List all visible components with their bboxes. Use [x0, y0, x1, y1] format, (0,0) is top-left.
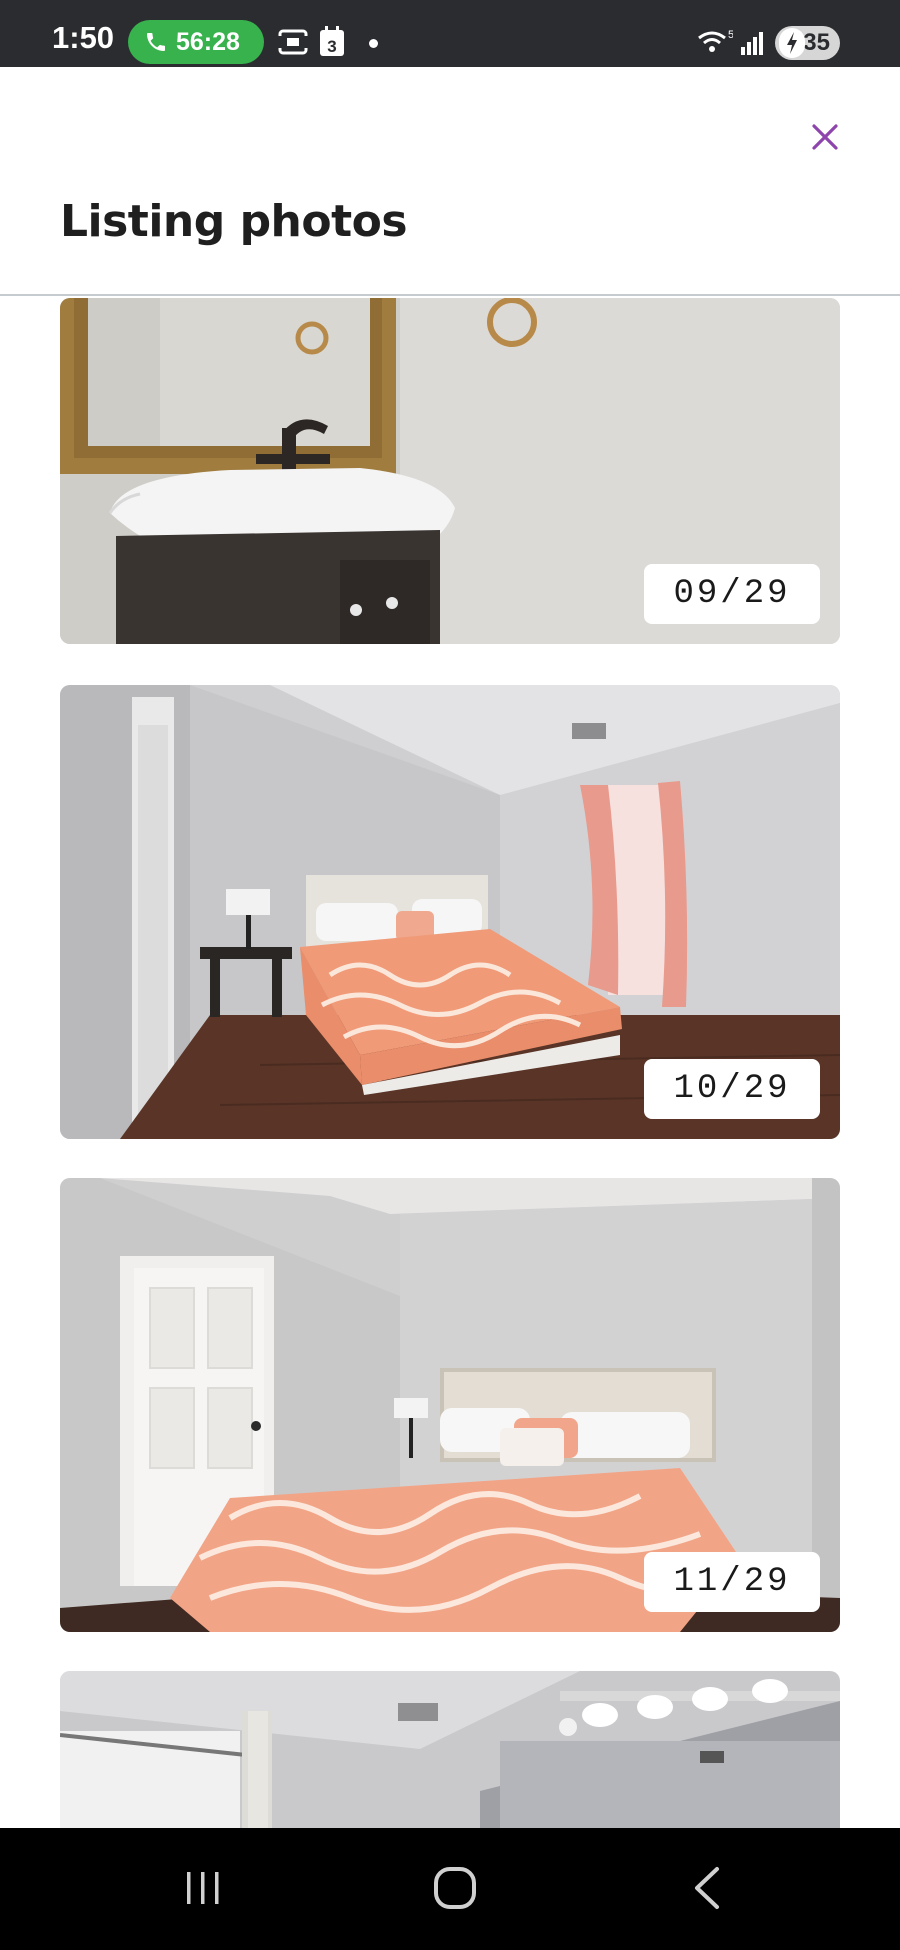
listing-photos-header [0, 67, 900, 296]
status-bar: 1:50 56:28 3 5 35 [0, 0, 900, 67]
signal-icon [741, 32, 763, 55]
charging-icon [779, 28, 805, 58]
photo-counter: 09/29 [644, 564, 820, 624]
back-button[interactable] [667, 1858, 747, 1918]
wifi-icon: 5 [698, 29, 733, 52]
notification-dot [369, 39, 378, 48]
screenshot-icon [277, 29, 309, 55]
calendar-badge: 3 [327, 37, 336, 56]
close-button[interactable] [804, 116, 846, 158]
system-nav-bar [0, 1828, 900, 1950]
recent-apps-icon [187, 1872, 219, 1904]
listing-photo[interactable] [60, 1671, 840, 1828]
listing-photo[interactable]: 10/29 [60, 685, 840, 1139]
close-icon [812, 124, 838, 150]
home-button[interactable] [415, 1858, 495, 1918]
call-indicator[interactable]: 56:28 [128, 20, 264, 64]
wifi-band: 5 [728, 29, 733, 41]
battery-indicator: 35 [775, 26, 840, 60]
bathroom-shower-image [60, 1671, 840, 1828]
listing-photo[interactable]: 11/29 [60, 1178, 840, 1632]
back-icon [695, 1867, 719, 1909]
recent-apps-button[interactable] [163, 1858, 243, 1918]
calendar-icon: 3 [320, 26, 344, 56]
photo-counter: 11/29 [644, 1552, 820, 1612]
status-time: 1:50 [52, 20, 115, 55]
listing-photo[interactable]: 09/29 [60, 298, 840, 644]
photo-list[interactable]: 09/29 10/29 11/29 [0, 298, 900, 1828]
photo-counter: 10/29 [644, 1059, 820, 1119]
page-title: Listing photos [60, 196, 408, 247]
phone-icon [147, 33, 165, 51]
battery-level: 35 [803, 29, 830, 56]
call-duration: 56:28 [176, 27, 240, 56]
home-icon [434, 1867, 476, 1909]
